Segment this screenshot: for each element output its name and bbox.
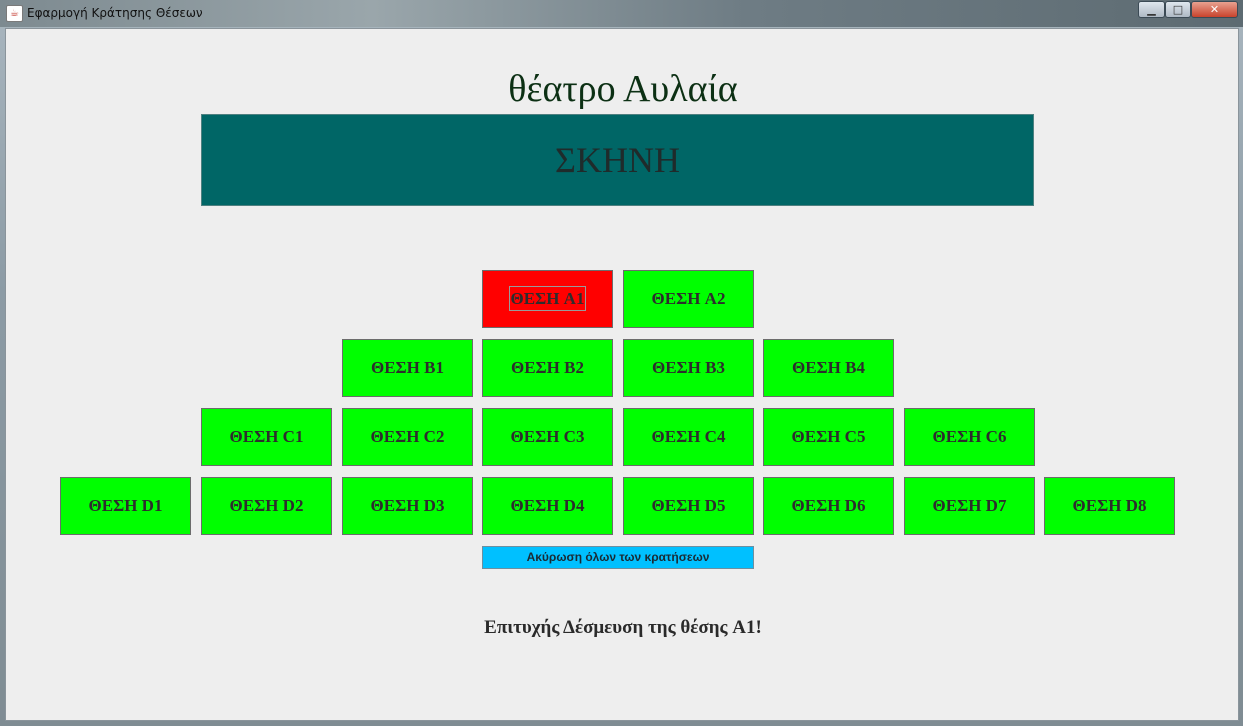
seat-label: ΘΕΣΗ D2 <box>229 496 304 515</box>
seat-B4-button[interactable]: ΘΕΣΗ B4 <box>763 339 894 397</box>
seat-label: ΘΕΣΗ D3 <box>370 496 445 515</box>
seat-label: ΘΕΣΗ D8 <box>1072 496 1147 515</box>
seat-C6-button[interactable]: ΘΕΣΗ C6 <box>904 408 1035 466</box>
seat-A1-button[interactable]: ΘΕΣΗ A1 <box>482 270 613 328</box>
app-window: ☕ Εφαρμογή Κράτησης Θέσεων ▁ □ ✕ θέατρο … <box>0 0 1243 726</box>
seat-label: ΘΕΣΗ A1 <box>508 286 587 311</box>
seat-C1-button[interactable]: ΘΕΣΗ C1 <box>201 408 332 466</box>
seat-D2-button[interactable]: ΘΕΣΗ D2 <box>201 477 332 535</box>
seat-label: ΘΕΣΗ D4 <box>510 496 585 515</box>
seat-D5-button[interactable]: ΘΕΣΗ D5 <box>623 477 754 535</box>
cancel-all-reservations-button[interactable]: Ακύρωση όλων των κρατήσεων <box>482 546 754 569</box>
seat-D7-button[interactable]: ΘΕΣΗ D7 <box>904 477 1035 535</box>
seat-label: ΘΕΣΗ B1 <box>371 358 444 377</box>
title-bar[interactable]: ☕ Εφαρμογή Κράτησης Θέσεων ▁ □ ✕ <box>0 0 1243 27</box>
seat-B2-button[interactable]: ΘΕΣΗ B2 <box>482 339 613 397</box>
seat-C5-button[interactable]: ΘΕΣΗ C5 <box>763 408 894 466</box>
seat-A2-button[interactable]: ΘΕΣΗ A2 <box>623 270 754 328</box>
seat-label: ΘΕΣΗ D6 <box>791 496 866 515</box>
seat-D6-button[interactable]: ΘΕΣΗ D6 <box>763 477 894 535</box>
seat-D1-button[interactable]: ΘΕΣΗ D1 <box>60 477 191 535</box>
window-title: Εφαρμογή Κράτησης Θέσεων <box>27 6 203 20</box>
stage-label: ΣΚΗΝΗ <box>555 140 680 180</box>
seat-label: ΘΕΣΗ C1 <box>229 427 304 446</box>
seat-label: ΘΕΣΗ C4 <box>651 427 726 446</box>
seat-label: ΘΕΣΗ D7 <box>932 496 1007 515</box>
maximize-button[interactable]: □ <box>1165 1 1191 18</box>
seat-label: ΘΕΣΗ C5 <box>791 427 866 446</box>
seat-D4-button[interactable]: ΘΕΣΗ D4 <box>482 477 613 535</box>
main-panel: θέατρο Αυλαία ΣΚΗΝΗ ΘΕΣΗ A1 ΘΕΣΗ A2 ΘΕΣΗ… <box>5 28 1239 721</box>
stage-panel: ΣΚΗΝΗ <box>201 114 1034 206</box>
seat-label: ΘΕΣΗ B3 <box>652 358 725 377</box>
seat-label: ΘΕΣΗ C6 <box>932 427 1007 446</box>
status-message: Επιτυχής Δέσμευση της θέσης A1! <box>484 617 762 638</box>
seat-C3-button[interactable]: ΘΕΣΗ C3 <box>482 408 613 466</box>
maximize-icon: □ <box>1172 3 1184 16</box>
seat-label: ΘΕΣΗ C2 <box>370 427 445 446</box>
seat-B3-button[interactable]: ΘΕΣΗ B3 <box>623 339 754 397</box>
seat-label: ΘΕΣΗ A2 <box>651 289 726 308</box>
seat-label: ΘΕΣΗ D1 <box>88 496 163 515</box>
seat-D8-button[interactable]: ΘΕΣΗ D8 <box>1044 477 1175 535</box>
minimize-button[interactable]: ▁ <box>1138 1 1165 18</box>
seat-label: ΘΕΣΗ B2 <box>511 358 584 377</box>
seat-B1-button[interactable]: ΘΕΣΗ B1 <box>342 339 473 397</box>
seat-C4-button[interactable]: ΘΕΣΗ C4 <box>623 408 754 466</box>
seat-D3-button[interactable]: ΘΕΣΗ D3 <box>342 477 473 535</box>
seat-label: ΘΕΣΗ D5 <box>651 496 726 515</box>
seat-label: ΘΕΣΗ C3 <box>510 427 585 446</box>
theatre-title: θέατρο Αυλαία <box>508 68 738 110</box>
seat-label: ΘΕΣΗ B4 <box>792 358 865 377</box>
minimize-icon: ▁ <box>1147 3 1156 16</box>
java-icon[interactable]: ☕ <box>6 5 23 22</box>
close-icon: ✕ <box>1209 3 1220 16</box>
seat-C2-button[interactable]: ΘΕΣΗ C2 <box>342 408 473 466</box>
close-button[interactable]: ✕ <box>1191 1 1238 18</box>
